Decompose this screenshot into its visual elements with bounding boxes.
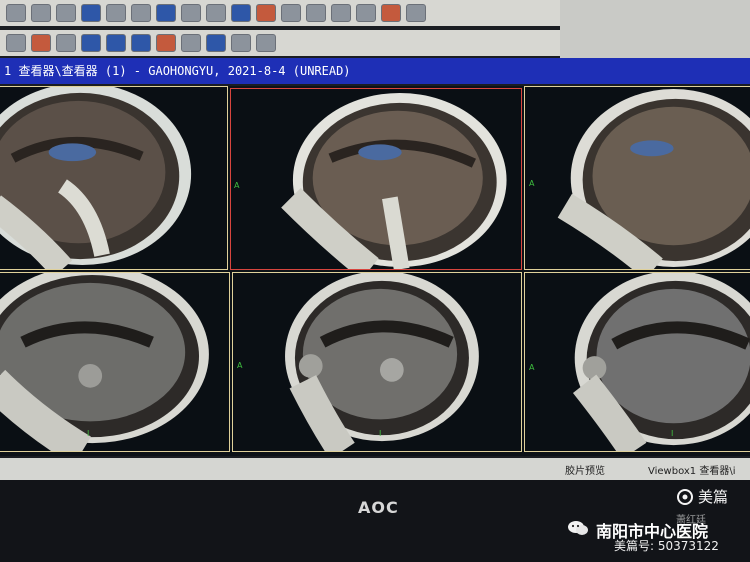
angle-icon[interactable]: [256, 34, 276, 52]
reset-icon[interactable]: [231, 34, 251, 52]
orientation-marker-anterior: A: [237, 361, 243, 370]
measure-icon[interactable]: [181, 4, 201, 22]
mri-sagittal-image-selected: [281, 92, 507, 269]
text-icon[interactable]: [156, 4, 176, 22]
secondary-toolbar: [0, 30, 560, 56]
settings-icon[interactable]: [406, 4, 426, 22]
watermark-logo-text: 美篇: [698, 488, 729, 506]
mri-sagittal-image: [285, 273, 479, 451]
contrast-icon[interactable]: [181, 34, 201, 52]
orientation-marker-inferior: I: [379, 429, 382, 438]
mri-image-grid: A A I A I A I: [0, 86, 750, 456]
print-icon[interactable]: [81, 4, 101, 22]
meipian-logo-icon: [677, 489, 693, 505]
mri-sagittal-image: [557, 89, 750, 269]
status-film-preview[interactable]: 胶片预览: [565, 462, 605, 477]
watermark-account-id: 美篇号: 50373122: [614, 539, 719, 553]
camera-icon[interactable]: [281, 4, 301, 22]
orientation-marker-anterior: A: [529, 179, 535, 188]
layout-icon[interactable]: [6, 4, 26, 22]
tools-icon[interactable]: [356, 4, 376, 22]
cine-icon[interactable]: [106, 34, 126, 52]
wechat-icon: [568, 521, 588, 535]
link-icon[interactable]: [206, 4, 226, 22]
pan-icon[interactable]: [31, 34, 51, 52]
mri-sagittal-6[interactable]: A I: [524, 272, 750, 452]
mri-sagittal-1[interactable]: [0, 86, 228, 270]
orientation-marker-inferior: I: [87, 429, 90, 438]
status-viewbox: Viewbox1 查看器\i: [648, 466, 736, 477]
export-icon[interactable]: [331, 4, 351, 22]
mri-sagittal-2[interactable]: A: [230, 88, 522, 270]
orientation-marker-anterior: A: [529, 363, 535, 372]
scene: 1 查看器\查看器 (1) - GAOHONGYU, 2021-8-4 (UNR…: [0, 0, 750, 562]
mri-sagittal-5[interactable]: A I: [232, 272, 522, 452]
zoom-icon[interactable]: [6, 34, 26, 52]
toolbar-empty-area: [560, 0, 750, 58]
invert-icon[interactable]: [206, 34, 226, 52]
report-icon[interactable]: [306, 4, 326, 22]
flip-icon[interactable]: [81, 34, 101, 52]
mri-sagittal-image: [0, 273, 209, 451]
mri-sagittal-image: [0, 87, 192, 269]
roi-icon[interactable]: [156, 34, 176, 52]
mri-sagittal-3[interactable]: A: [524, 86, 750, 270]
viewer-title-bar: 1 查看器\查看器 (1) - GAOHONGYU, 2021-8-4 (UNR…: [0, 58, 750, 84]
mri-sagittal-4[interactable]: I: [0, 272, 230, 452]
annotation-icon[interactable]: [131, 4, 151, 22]
layer-icon[interactable]: [231, 4, 251, 22]
mpr-icon[interactable]: [131, 34, 151, 52]
series-icon[interactable]: [256, 4, 276, 22]
orientation-marker-anterior: A: [234, 181, 240, 190]
main-toolbar: [0, 0, 560, 26]
open-icon[interactable]: [56, 4, 76, 22]
orientation-marker-inferior: I: [671, 429, 674, 438]
viewer-status-bar: 胶片预览 Viewbox1 查看器\i: [0, 458, 750, 480]
mri-sagittal-image: [572, 273, 750, 451]
rotate-icon[interactable]: [56, 34, 76, 52]
note-icon[interactable]: [381, 4, 401, 22]
save-icon[interactable]: [31, 4, 51, 22]
monitor-brand-logo: AOC: [358, 498, 399, 517]
window-icon[interactable]: [106, 4, 126, 22]
